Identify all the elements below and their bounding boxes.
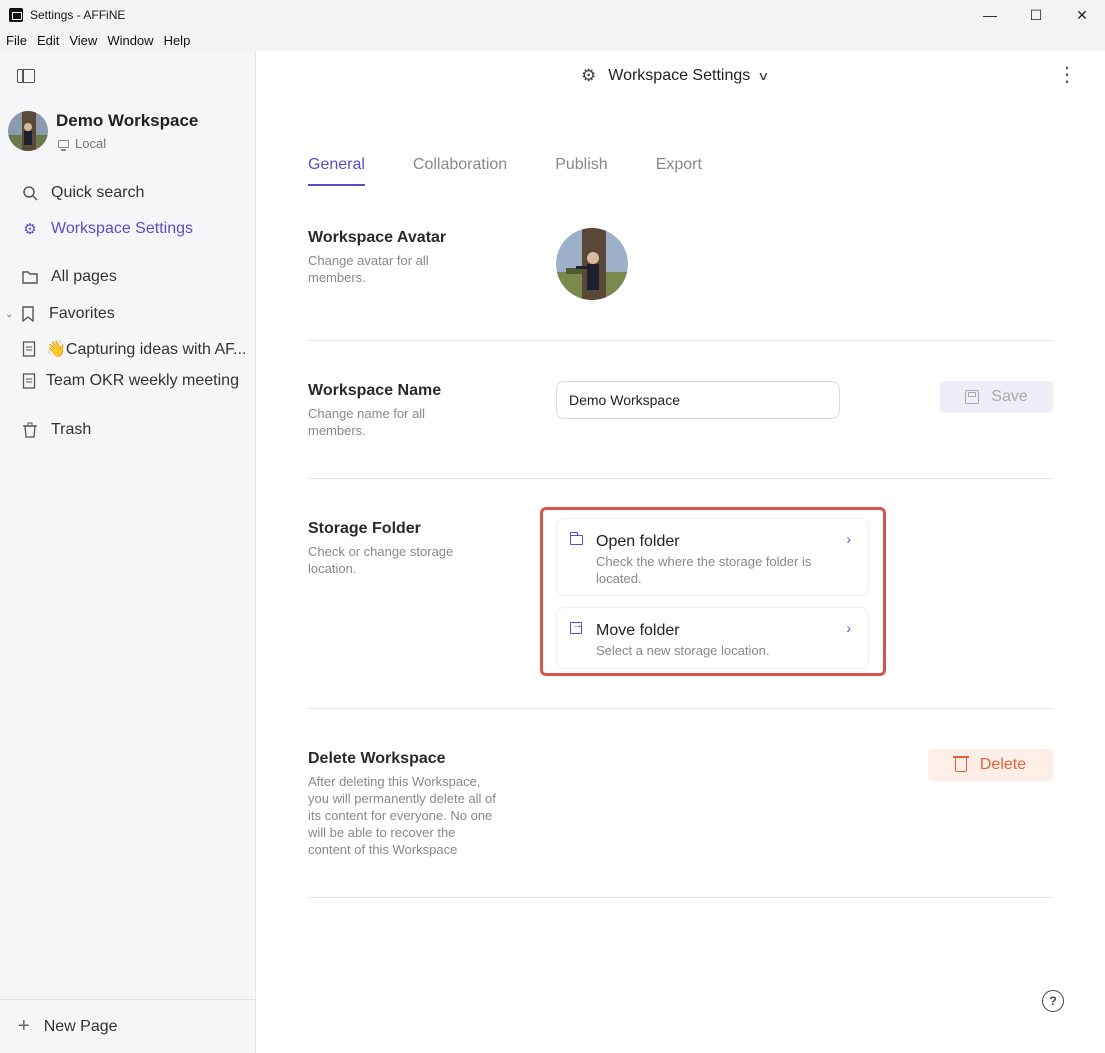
section-title-delete: Delete Workspace bbox=[308, 750, 446, 767]
workspace-avatar[interactable] bbox=[8, 111, 48, 151]
chevron-right-icon: › bbox=[846, 531, 851, 547]
sidebar-item-label: Workspace Settings bbox=[51, 220, 193, 237]
menu-file[interactable]: File bbox=[6, 33, 27, 48]
section-title-avatar: Workspace Avatar bbox=[308, 229, 447, 246]
new-page-label: New Page bbox=[43, 1017, 118, 1035]
section-desc-delete: After deleting this Workspace, you will … bbox=[308, 774, 496, 857]
title-bar: Settings - AFFiNE — ☐ ✕ bbox=[0, 0, 1105, 30]
close-button[interactable]: ✕ bbox=[1059, 0, 1105, 30]
open-folder-desc: Check the where the storage folder is lo… bbox=[596, 554, 812, 586]
menu-edit[interactable]: Edit bbox=[37, 33, 59, 48]
sidebar: Demo Workspace Local Quick search ⚙ Work… bbox=[0, 51, 256, 1053]
workspace-avatar-upload[interactable] bbox=[556, 228, 628, 300]
sidebar-item-label: Favorites bbox=[49, 305, 115, 322]
bookmark-icon bbox=[19, 305, 37, 323]
folder-icon bbox=[21, 268, 39, 286]
workspace-name-input[interactable] bbox=[556, 381, 840, 419]
menu-help[interactable]: Help bbox=[164, 33, 191, 48]
save-icon bbox=[965, 390, 980, 404]
move-folder-desc: Select a new storage location. bbox=[596, 643, 770, 658]
new-page-button[interactable]: + New Page bbox=[18, 1015, 118, 1038]
sidebar-item-label: 👋Capturing ideas with AF... bbox=[46, 341, 247, 358]
tab-export[interactable]: Export bbox=[656, 156, 702, 184]
menu-bar: File Edit View Window Help bbox=[0, 30, 1105, 51]
chevron-down-icon[interactable]: ⌄ bbox=[5, 309, 15, 320]
sidebar-item-workspace-settings[interactable]: ⚙ Workspace Settings bbox=[0, 214, 256, 244]
minimize-button[interactable]: — bbox=[967, 0, 1013, 30]
save-button[interactable]: Save bbox=[940, 381, 1053, 413]
sidebar-item-label: Quick search bbox=[51, 184, 145, 201]
open-folder-title: Open folder bbox=[596, 533, 680, 550]
section-desc-name: Change name for all members. bbox=[308, 406, 426, 438]
tab-collaboration[interactable]: Collaboration bbox=[413, 156, 507, 184]
trash-icon bbox=[952, 756, 969, 772]
window-controls: — ☐ ✕ bbox=[967, 0, 1105, 30]
section-title-name: Workspace Name bbox=[308, 382, 442, 399]
move-folder-card[interactable]: Move folder Select a new storage locatio… bbox=[556, 607, 869, 669]
sidebar-item-quick-search[interactable]: Quick search bbox=[0, 178, 256, 208]
sidebar-divider bbox=[0, 999, 256, 1000]
section-title-storage: Storage Folder bbox=[308, 520, 421, 537]
section-divider bbox=[308, 478, 1053, 479]
workspace-location: Local bbox=[58, 136, 106, 151]
tab-general[interactable]: General bbox=[308, 156, 365, 186]
affine-app-icon bbox=[9, 8, 23, 22]
sidebar-item-label: Team OKR weekly meeting bbox=[46, 372, 239, 389]
chevron-down-icon: ∨ bbox=[757, 69, 770, 83]
tab-publish[interactable]: Publish bbox=[555, 156, 607, 184]
gear-icon: ⚙ bbox=[581, 66, 597, 85]
trash-icon bbox=[21, 421, 39, 439]
search-icon bbox=[21, 184, 39, 202]
workspace-settings-dropdown[interactable]: ⚙ Workspace Settings ∨ bbox=[581, 66, 770, 86]
sidebar-toggle-icon[interactable] bbox=[17, 69, 35, 83]
page-icon bbox=[20, 340, 38, 358]
section-divider bbox=[308, 897, 1053, 898]
section-desc-avatar: Change avatar for all members. bbox=[308, 253, 429, 285]
page-title: Workspace Settings bbox=[608, 67, 751, 84]
section-desc-storage: Check or change storage location. bbox=[308, 544, 454, 576]
main-header: ⚙ Workspace Settings ∨ ⋮ bbox=[256, 51, 1105, 105]
workspace-name[interactable]: Demo Workspace bbox=[56, 111, 198, 131]
sidebar-item-label: All pages bbox=[51, 268, 117, 285]
monitor-icon bbox=[58, 139, 69, 151]
section-divider bbox=[308, 708, 1053, 709]
settings-tabs: General Collaboration Publish Export bbox=[308, 156, 750, 186]
save-label: Save bbox=[991, 388, 1028, 405]
menu-view[interactable]: View bbox=[69, 33, 97, 48]
page-icon bbox=[20, 372, 38, 390]
sidebar-item-favorites[interactable]: ⌄ Favorites bbox=[0, 299, 256, 329]
delete-workspace-button[interactable]: Delete bbox=[928, 749, 1053, 781]
move-folder-title: Move folder bbox=[596, 622, 680, 639]
chevron-right-icon: › bbox=[846, 620, 851, 636]
sidebar-item-trash[interactable]: Trash bbox=[0, 415, 256, 445]
folder-icon bbox=[570, 532, 583, 548]
window-title: Settings - AFFiNE bbox=[30, 8, 126, 22]
sidebar-item-page[interactable]: Team OKR weekly meeting bbox=[0, 366, 256, 396]
menu-window[interactable]: Window bbox=[107, 33, 153, 48]
workspace-location-label: Local bbox=[75, 136, 107, 151]
more-options-icon[interactable]: ⋮ bbox=[1057, 65, 1077, 85]
sidebar-item-fav-page[interactable]: 👋Capturing ideas with AF... bbox=[0, 334, 250, 364]
sidebar-item-label: Trash bbox=[51, 421, 92, 438]
move-folder-icon bbox=[570, 619, 583, 637]
plus-icon: + bbox=[18, 1015, 30, 1037]
gear-icon: ⚙ bbox=[23, 221, 37, 238]
maximize-button[interactable]: ☐ bbox=[1013, 0, 1059, 30]
help-icon[interactable]: ? bbox=[1042, 990, 1064, 1012]
open-folder-card[interactable]: Open folder Check the where the storage … bbox=[556, 518, 869, 596]
section-divider bbox=[308, 340, 1053, 341]
sidebar-item-all-pages[interactable]: All pages bbox=[0, 262, 256, 292]
delete-label: Delete bbox=[979, 756, 1027, 773]
